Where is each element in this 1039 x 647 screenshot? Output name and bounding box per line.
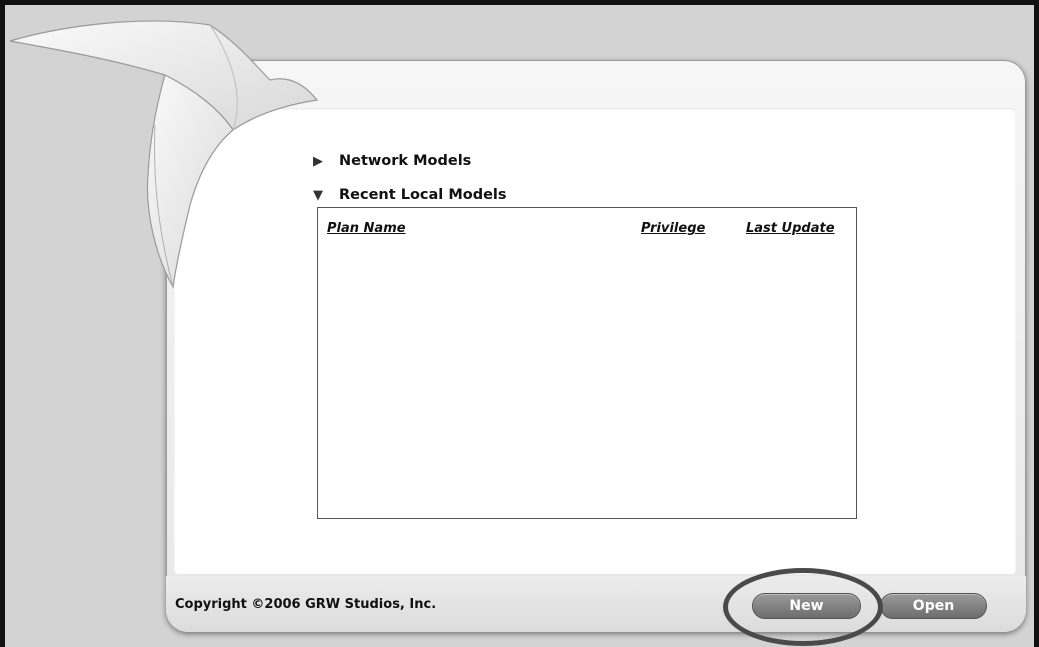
open-button[interactable]: Open: [880, 593, 987, 619]
column-header-plan-name[interactable]: Plan Name: [327, 221, 406, 236]
bird-logo-icon: [9, 20, 319, 289]
recent-models-table[interactable]: Plan Name Privilege Last Update: [317, 207, 857, 519]
triangle-right-icon: ▶: [313, 153, 323, 169]
recent-local-models-label: Recent Local Models: [339, 187, 507, 203]
new-button[interactable]: New: [752, 593, 861, 619]
recent-local-models-toggle[interactable]: ▼ Recent Local Models: [313, 184, 507, 206]
triangle-down-icon: ▼: [313, 187, 323, 203]
column-header-privilege[interactable]: Privilege: [641, 221, 705, 236]
copyright-text: Copyright ©2006 GRW Studios, Inc.: [175, 597, 437, 612]
network-models-label: Network Models: [339, 153, 472, 169]
screenshot-frame-right: [1034, 0, 1039, 647]
column-header-last-update[interactable]: Last Update: [746, 221, 835, 236]
network-models-toggle[interactable]: ▶ Network Models: [313, 150, 471, 172]
